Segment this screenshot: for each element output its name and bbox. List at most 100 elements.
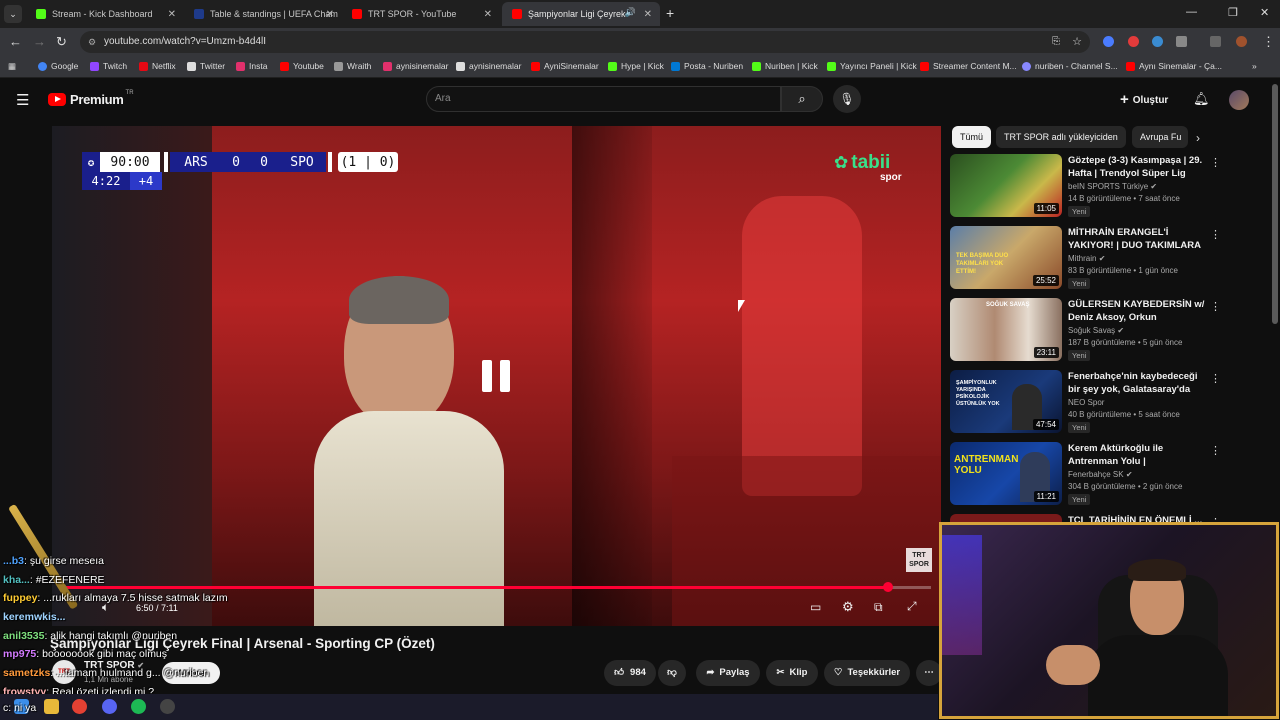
filter-chip-all[interactable]: Tümü	[952, 126, 992, 148]
minimize-icon[interactable]: —	[1186, 6, 1197, 18]
close-tab-icon[interactable]: ✕	[326, 9, 334, 20]
speaker-icon[interactable]: 🔊	[625, 7, 636, 18]
miniplayer-icon[interactable]: ⧉	[874, 600, 883, 615]
recommendation-title[interactable]: Göztepe (3-3) Kasımpaşa | 29. Hafta | Tr…	[1068, 154, 1206, 180]
close-tab-icon[interactable]: ✕	[644, 9, 652, 20]
video-thumbnail[interactable]: 11:05	[950, 154, 1062, 217]
bookmark-aynisinemalar-insta[interactable]: aynisinemalar	[383, 61, 448, 71]
bookmark-ayni-sinemalar[interactable]: Aynı Sinemalar - Ça...	[1126, 61, 1222, 71]
recommendation-item[interactable]: 11:05 Göztepe (3-3) Kasımpaşa | 29. Haft…	[950, 154, 1221, 218]
bookmark-channel-studio[interactable]: nuriben - Channel S...	[1022, 61, 1118, 71]
search-input[interactable]: Ara	[426, 86, 781, 112]
bookmark-nuriben-kick[interactable]: Nuriben | Kick	[752, 61, 818, 71]
recommendation-title[interactable]: MİTHRAİN ERANGEL'İ YAKIYOR! | DUO TAKIML…	[1068, 226, 1206, 252]
address-bar[interactable]: ⚙ youtube.com/watch?v=Umzm-b4d4lI ⎘ ☆	[80, 31, 1090, 53]
subtitles-icon[interactable]: ▭	[810, 600, 821, 614]
channel-name[interactable]: Fenerbahçe SK ✔	[1068, 470, 1133, 479]
more-options-icon[interactable]: ⋮	[1210, 444, 1221, 457]
file-explorer-icon[interactable]	[44, 699, 59, 714]
bookmark-yayinci-paneli[interactable]: Yayıncı Paneli | Kick	[827, 61, 917, 71]
like-button[interactable]: 👍︎ 984	[604, 660, 656, 686]
close-tab-icon[interactable]: ✕	[168, 9, 176, 20]
settings-gear-icon[interactable]: ⚙	[842, 599, 854, 615]
pause-icon[interactable]	[460, 348, 530, 404]
clip-button[interactable]: ✂ Klip	[766, 660, 818, 686]
bookmark-youtube[interactable]: Youtube	[280, 61, 324, 71]
bookmark-google[interactable]: Google	[38, 61, 78, 71]
search-icon[interactable]: ⌕	[781, 86, 823, 112]
obs-icon[interactable]	[160, 699, 175, 714]
site-info-icon[interactable]: ⚙	[88, 31, 96, 53]
filter-chip-europe[interactable]: Avrupa Fu	[1132, 126, 1188, 148]
bookmarks-overflow-icon[interactable]: »	[1252, 61, 1257, 71]
forward-icon[interactable]: →	[33, 34, 46, 49]
chrome-icon[interactable]	[72, 699, 87, 714]
bookmark-aynisinemalar-x[interactable]: aynisinemalar	[456, 61, 521, 71]
bookmark-star-icon[interactable]: ☆	[1072, 31, 1082, 53]
profile-avatar[interactable]	[1236, 36, 1247, 47]
apps-grid-icon[interactable]: ▦	[8, 61, 16, 72]
recommendation-item[interactable]: ANTRENMAN YOLU 11:21 Kerem Aktürkoğlu il…	[950, 442, 1221, 506]
recommendation-title[interactable]: GÜLERSEN KAYBEDERSİN w/ Deniz Aksoy, Ork…	[1068, 298, 1206, 324]
hamburger-menu-icon[interactable]: ☰	[16, 91, 29, 109]
progress-bar[interactable]	[62, 582, 931, 592]
recommendation-item[interactable]: SOĞUK SAVAŞ 23:11 GÜLERSEN KAYBEDERSİN w…	[950, 298, 1221, 362]
microphone-icon[interactable]: 🎙	[833, 85, 861, 113]
bookmark-twitch[interactable]: Twitch	[90, 61, 127, 71]
bookmark-posta[interactable]: Posta - Nuriben	[671, 61, 743, 71]
bookmark-netflix[interactable]: Netflix	[139, 61, 176, 71]
channel-name[interactable]: Mithrain ✔	[1068, 254, 1105, 263]
more-options-icon[interactable]: ⋮	[1210, 228, 1221, 241]
tab-uefa-standings[interactable]: Table & standings | UEFA Cham ✕	[184, 2, 342, 26]
shield-icon[interactable]	[1152, 36, 1163, 47]
video-thumbnail[interactable]: SOĞUK SAVAŞ 23:11	[950, 298, 1062, 361]
more-options-icon[interactable]: ⋮	[1210, 156, 1221, 169]
channel-name[interactable]: NEO Spor	[1068, 398, 1104, 407]
recommendation-title[interactable]: Fenerbahçe'nin kaybedeceği bir şey yok, …	[1068, 370, 1206, 396]
puzzle-icon[interactable]	[1176, 36, 1187, 47]
bookmark-insta[interactable]: Insta	[236, 61, 267, 71]
filter-chip-uploader[interactable]: TRT SPOR adlı yükleyiciden	[996, 126, 1126, 148]
channel-name[interactable]: Soğuk Savaş ✔	[1068, 326, 1124, 335]
fullscreen-icon[interactable]: ⤢	[907, 599, 917, 614]
channel-name[interactable]: beIN SPORTS Türkiye ✔	[1068, 182, 1157, 191]
bookmark-streamer-content[interactable]: Streamer Content M...	[920, 61, 1017, 71]
video-player[interactable]: ✿ tabii spor TRT SPOR 🔈︎ 6:50 / 7:11 ▭ ⚙…	[52, 126, 941, 626]
tab-active-video[interactable]: Şampiyonlar Ligi Çeyrek Fin 🔊 ✕	[502, 2, 660, 26]
bookmark-twitter[interactable]: Twitter	[187, 61, 225, 71]
page-scrollbar[interactable]	[1272, 84, 1278, 324]
new-tab-button[interactable]: +	[666, 5, 674, 21]
recommendation-item[interactable]: TEK BAŞIMA DUO TAKIMLARI YOK ETTİM! 25:5…	[950, 226, 1221, 290]
close-tab-icon[interactable]: ✕	[484, 9, 492, 20]
tab-kick-dashboard[interactable]: Stream - Kick Dashboard ✕	[26, 2, 184, 26]
chevron-right-icon[interactable]: ›	[1196, 131, 1200, 145]
back-icon[interactable]: ←	[9, 34, 22, 49]
create-button[interactable]: + Oluştur	[1120, 88, 1168, 112]
install-icon[interactable]: ⎘	[1052, 31, 1060, 53]
tab-trt-spor-youtube[interactable]: TRT SPOR - YouTube ✕	[342, 2, 500, 26]
share-button[interactable]: ➦ Paylaş	[696, 660, 760, 686]
recommendation-item[interactable]: ŞAMPİYONLUK YARIŞINDA PSİKOLOJİK ÜSTÜNLÜ…	[950, 370, 1221, 434]
thanks-button[interactable]: ♡ Teşekkürler	[824, 660, 910, 686]
media-icon[interactable]	[1210, 36, 1221, 47]
video-thumbnail[interactable]: ŞAMPİYONLUK YARIŞINDA PSİKOLOJİK ÜSTÜNLÜ…	[950, 370, 1062, 433]
dislike-button[interactable]: 👎︎	[658, 660, 686, 686]
discord-icon[interactable]	[102, 699, 117, 714]
notifications-bell-icon[interactable]: 🔔︎	[1193, 91, 1210, 107]
account-avatar[interactable]	[1229, 90, 1249, 110]
bookmark-hype-kick[interactable]: Hype | Kick	[608, 61, 664, 71]
menu-kebab-icon[interactable]: ⋮	[1262, 34, 1275, 50]
maximize-icon[interactable]: ❐	[1228, 6, 1238, 19]
bookmark-aynisinemalar-yt[interactable]: AyniSinemalar	[531, 61, 599, 71]
spotify-icon[interactable]	[131, 699, 146, 714]
video-thumbnail[interactable]: TEK BAŞIMA DUO TAKIMLARI YOK ETTİM! 25:5…	[950, 226, 1062, 289]
more-options-icon[interactable]: ⋮	[1210, 300, 1221, 313]
more-options-icon[interactable]: ⋮	[1210, 372, 1221, 385]
close-window-icon[interactable]: ✕	[1260, 6, 1269, 19]
extension-icon[interactable]	[1128, 36, 1139, 47]
tab-search-button[interactable]: ⌄	[4, 5, 22, 23]
recommendation-title[interactable]: Kerem Aktürkoğlu ile Antrenman Yolu | Ka…	[1068, 442, 1206, 468]
youtube-premium-logo[interactable]: Premium TR	[48, 90, 134, 107]
bookmark-wraith[interactable]: Wraith	[334, 61, 371, 71]
video-thumbnail[interactable]: ANTRENMAN YOLU 11:21	[950, 442, 1062, 505]
